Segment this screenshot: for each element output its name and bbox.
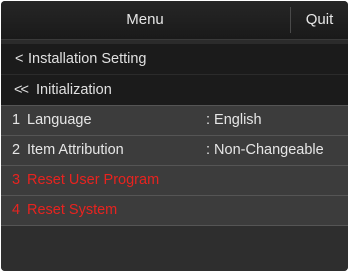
item-label: Language	[27, 112, 92, 128]
item-label: Item Attribution	[27, 142, 124, 158]
quit-button[interactable]: Quit	[291, 1, 348, 39]
item-number: 4	[12, 202, 21, 218]
double-chevron-left-icon: <<	[14, 82, 29, 98]
breadcrumb-installation-setting[interactable]: < Installation Setting	[1, 44, 348, 74]
item-number: 1	[12, 112, 21, 128]
empty-footer-area	[1, 226, 348, 271]
menu-screen: Menu Quit < Installation Setting << Init…	[1, 1, 348, 271]
breadcrumb-label: Installation Setting	[28, 51, 147, 67]
breadcrumb-label: Initialization	[36, 82, 112, 98]
item-value: : English	[206, 112, 262, 128]
menu-title: Menu	[126, 11, 164, 28]
item-value: : Non-Changeable	[206, 142, 324, 158]
menu-item-item-attribution[interactable]: 2 Item Attribution : Non-Changeable	[1, 135, 348, 165]
menu-item-reset-system[interactable]: 4 Reset System	[1, 195, 348, 226]
item-number: 2	[12, 142, 21, 158]
menu-item-reset-user-program[interactable]: 3 Reset User Program	[1, 165, 348, 195]
chevron-left-icon: <	[15, 51, 24, 67]
menu-header: Menu Quit	[1, 1, 348, 40]
breadcrumb-initialization[interactable]: << Initialization	[1, 75, 348, 105]
menu-item-language[interactable]: 1 Language : English	[1, 105, 348, 135]
item-number: 3	[12, 172, 21, 188]
item-label: Reset User Program	[27, 172, 160, 188]
item-label: Reset System	[27, 202, 118, 218]
